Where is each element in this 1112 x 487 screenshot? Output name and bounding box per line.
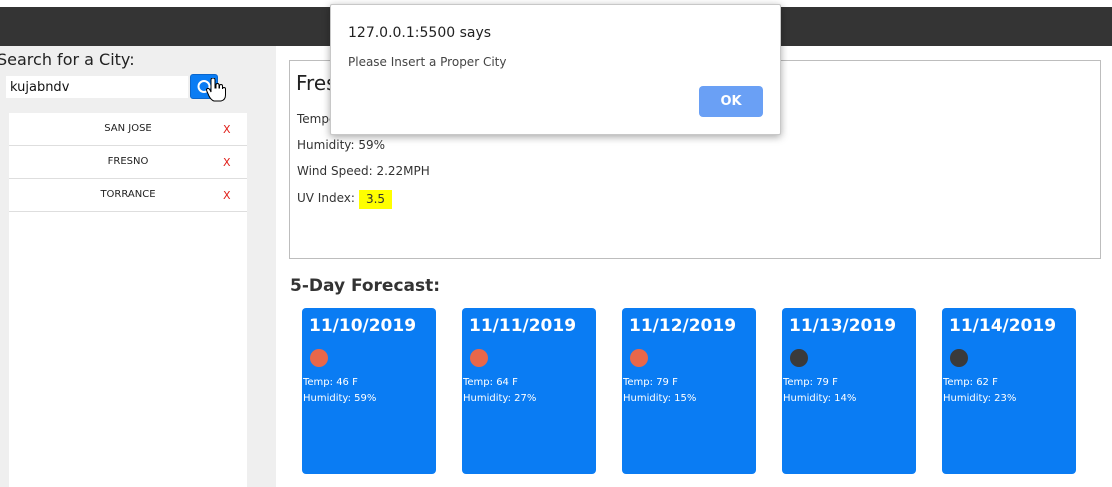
alert-dialog: 127.0.0.1:5500 says Please Insert a Prop… bbox=[330, 4, 781, 135]
dialog-message: Please Insert a Proper City bbox=[348, 55, 507, 69]
forecast-card: 11/12/2019 Temp: 79 F Humidity: 15% bbox=[622, 308, 756, 474]
forecast-date: 11/10/2019 bbox=[309, 316, 417, 336]
sun-icon bbox=[630, 349, 648, 367]
city-name[interactable]: FRESNO bbox=[9, 156, 247, 167]
uv-index-badge: 3.5 bbox=[359, 190, 392, 209]
saved-city-list: SAN JOSE X FRESNO X TORRANCE X bbox=[9, 113, 247, 487]
delete-city-button[interactable]: X bbox=[223, 123, 231, 136]
search-label: Search for a City: bbox=[0, 50, 135, 69]
city-item-san-jose[interactable]: SAN JOSE X bbox=[9, 113, 247, 146]
sun-icon bbox=[310, 349, 328, 367]
ok-button[interactable]: OK bbox=[699, 86, 763, 117]
hand-cursor-icon bbox=[206, 78, 226, 102]
sun-icon bbox=[470, 349, 488, 367]
search-input[interactable] bbox=[6, 76, 188, 98]
city-name[interactable]: SAN JOSE bbox=[9, 123, 247, 134]
delete-city-button[interactable]: X bbox=[223, 189, 231, 202]
city-name[interactable]: TORRANCE bbox=[9, 189, 247, 200]
forecast-temp: Temp: 79 F bbox=[623, 377, 678, 388]
humidity-label: Humidity: 59% bbox=[297, 138, 386, 152]
forecast-temp: Temp: 64 F bbox=[463, 377, 518, 388]
forecast-temp: Temp: 79 F bbox=[783, 377, 838, 388]
forecast-card: 11/13/2019 Temp: 79 F Humidity: 14% bbox=[782, 308, 916, 474]
forecast-date: 11/14/2019 bbox=[949, 316, 1057, 336]
forecast-temp: Temp: 46 F bbox=[303, 377, 358, 388]
forecast-humidity: Humidity: 15% bbox=[623, 393, 697, 404]
forecast-temp: Temp: 62 F bbox=[943, 377, 998, 388]
city-item-torrance[interactable]: TORRANCE X bbox=[9, 179, 247, 212]
delete-city-button[interactable]: X bbox=[223, 156, 231, 169]
forecast-date: 11/11/2019 bbox=[469, 316, 577, 336]
city-item-fresno[interactable]: FRESNO X bbox=[9, 146, 247, 179]
forecast-card: 11/10/2019 Temp: 46 F Humidity: 59% bbox=[302, 308, 436, 474]
cloud-icon bbox=[790, 349, 808, 367]
forecast-humidity: Humidity: 14% bbox=[783, 393, 857, 404]
uv-index-label: UV Index: bbox=[297, 191, 355, 205]
forecast-title: 5-Day Forecast: bbox=[290, 276, 441, 296]
wind-speed-label: Wind Speed: 2.22MPH bbox=[297, 164, 430, 178]
cloud-icon bbox=[950, 349, 968, 367]
forecast-card: 11/14/2019 Temp: 62 F Humidity: 23% bbox=[942, 308, 1076, 474]
forecast-humidity: Humidity: 59% bbox=[303, 393, 377, 404]
forecast-humidity: Humidity: 23% bbox=[943, 393, 1017, 404]
dialog-origin: 127.0.0.1:5500 says bbox=[348, 25, 492, 41]
forecast-card: 11/11/2019 Temp: 64 F Humidity: 27% bbox=[462, 308, 596, 474]
forecast-date: 11/13/2019 bbox=[789, 316, 897, 336]
forecast-date: 11/12/2019 bbox=[629, 316, 737, 336]
forecast-humidity: Humidity: 27% bbox=[463, 393, 537, 404]
